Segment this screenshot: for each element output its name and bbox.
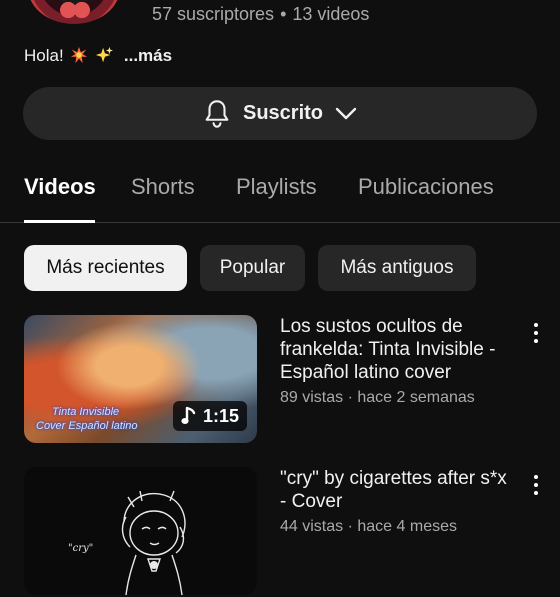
meta-separator: · [347, 389, 353, 406]
duration-badge: 1:15 [172, 401, 247, 431]
video-thumbnail[interactable]: Tinta Invisible Cover Español latino 1:1… [24, 315, 257, 443]
upload-age: hace 2 semanas [357, 389, 475, 406]
video-title: Los sustos ocultos de frankelda: Tinta I… [280, 316, 496, 383]
channel-stats: 57 suscriptores • 13 videos [152, 4, 369, 25]
video-title-block[interactable]: Los sustos ocultos de frankelda: Tinta I… [280, 315, 510, 409]
sort-chips: Más recientes Popular Más antiguos [0, 245, 560, 293]
video-count: 13 videos [292, 4, 370, 24]
chip-mas-antiguos[interactable]: Más antiguos [318, 245, 476, 291]
chevron-down-icon [335, 107, 357, 119]
chip-popular[interactable]: Popular [200, 245, 305, 291]
meta-separator: · [347, 518, 353, 535]
description-text: Hola! [24, 46, 64, 65]
tab-shorts[interactable]: Shorts [131, 174, 195, 200]
active-tab-indicator [24, 220, 95, 223]
subscriber-count: 57 suscriptores [152, 4, 275, 24]
tab-publicaciones[interactable]: Publicaciones [358, 174, 494, 200]
thumbnail-caption: Tinta Invisible Cover Español latino [36, 406, 138, 432]
channel-avatar[interactable] [28, 0, 120, 24]
video-thumbnail[interactable]: "cry" [24, 467, 257, 595]
video-item[interactable]: Tinta Invisible Cover Español latino 1:1… [0, 315, 560, 445]
view-count: 89 vistas [280, 389, 344, 406]
thumbnail-caption: "cry" [68, 543, 94, 554]
thumbnail-illustration [121, 490, 186, 595]
channel-description[interactable]: Hola! ...más [24, 46, 172, 66]
view-count: 44 vistas [280, 518, 344, 535]
duration-text: 1:15 [202, 405, 239, 426]
sparkles-emoji-icon [96, 46, 114, 63]
bell-icon [205, 99, 229, 128]
video-title-block[interactable]: "cry" by cigarettes after s*x - Cover 44… [280, 467, 510, 538]
chip-mas-recientes[interactable]: Más recientes [24, 245, 187, 291]
stats-separator: • [280, 4, 287, 24]
description-more-link[interactable]: ...más [124, 46, 172, 65]
video-meta: 44 vistas · hace 4 meses [280, 515, 510, 538]
more-vert-icon[interactable] [527, 319, 545, 347]
video-item[interactable]: "cry" "cry" by cigarettes after s*x - Co… [0, 467, 560, 597]
tab-playlists[interactable]: Playlists [236, 174, 317, 200]
subscribed-label: Suscrito [242, 102, 324, 124]
tab-videos[interactable]: Videos [24, 174, 96, 200]
upload-age: hace 4 meses [357, 518, 457, 535]
video-title: "cry" by cigarettes after s*x - Cover [280, 468, 507, 512]
subscribed-button[interactable]: Suscrito [23, 87, 537, 140]
music-note-icon [181, 406, 196, 424]
explosion-emoji-icon [71, 46, 88, 64]
more-vert-icon[interactable] [527, 471, 545, 499]
video-meta: 89 vistas · hace 2 semanas [280, 386, 510, 409]
channel-tabs: Videos Shorts Playlists Publicaciones [0, 166, 560, 223]
